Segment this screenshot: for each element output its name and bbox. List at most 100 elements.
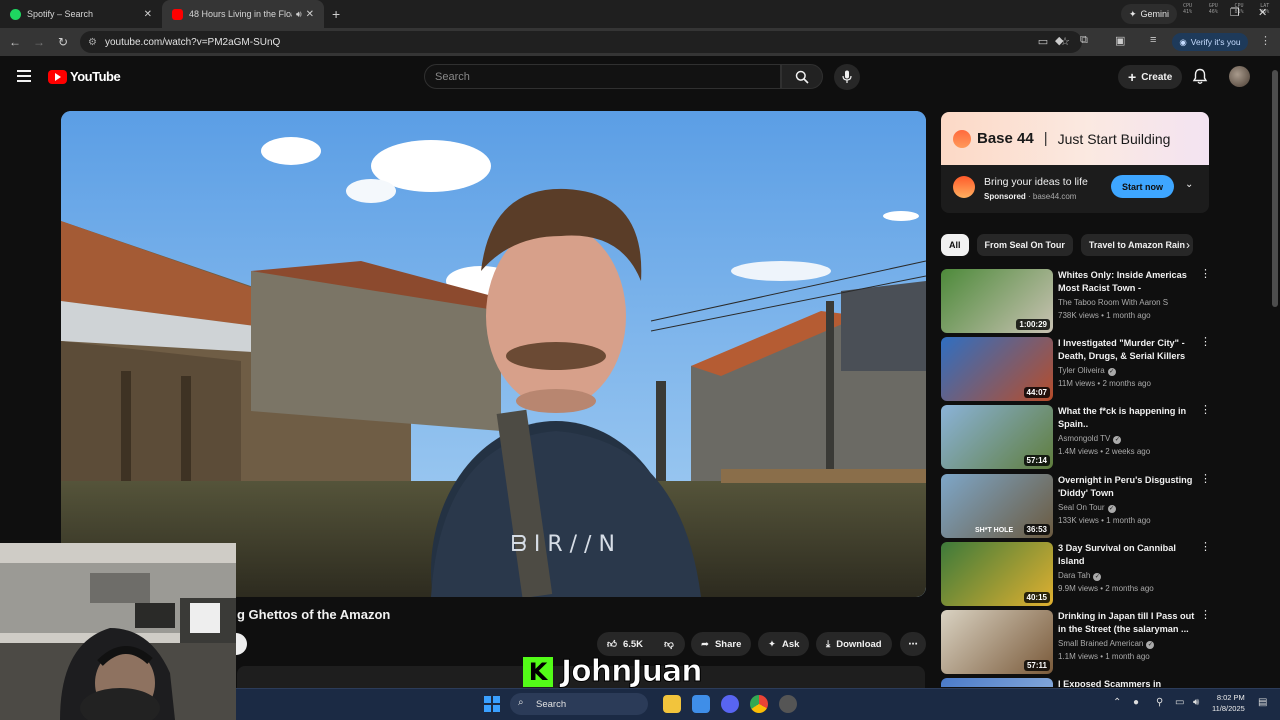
duration-badge: 40:15 (1023, 591, 1050, 603)
close-icon[interactable]: ✕ (144, 9, 152, 20)
chip-all[interactable]: All (941, 234, 969, 256)
media-icon[interactable]: ≡ (1150, 34, 1156, 46)
scrollbar[interactable] (1270, 56, 1280, 686)
close-window-icon[interactable]: ✕ (1258, 6, 1267, 19)
tab-youtube[interactable]: 48 Hours Living in the Floati 🔊︎ ✕ (162, 0, 324, 28)
video-title[interactable]: I Exposed Scammers in (1058, 678, 1196, 687)
video-title[interactable]: 3 Day Survival on Cannibal Island (1058, 542, 1196, 568)
tray-mic-icon[interactable]: ⚲ (1156, 697, 1163, 708)
video-thumbnail[interactable]: 57:11 (941, 610, 1053, 674)
reload-icon[interactable]: ↻ (51, 35, 75, 49)
recommended-video[interactable]: 44:07 I Investigated "Murder City" - Deat… (941, 337, 1211, 402)
video-thumbnail[interactable]: 1:00:29 (941, 269, 1053, 333)
menu-icon[interactable]: ⋮ (1260, 34, 1271, 47)
recommended-video[interactable]: SH*T HOLE 36:53 Overnight in Peru's Disgus… (941, 473, 1211, 538)
like-button[interactable]: 👍︎ 6.5K (597, 632, 661, 656)
close-icon[interactable]: ✕ (306, 9, 314, 20)
video-title[interactable]: I Investigated "Murder City" - Death, Dr… (1058, 337, 1196, 363)
restore-icon[interactable]: ❐ (1230, 6, 1240, 19)
chevron-right-icon[interactable]: › (1186, 238, 1190, 252)
back-icon[interactable]: ← (3, 35, 27, 49)
chevron-down-icon[interactable]: ⌄ (1185, 179, 1193, 190)
taskbar-clock[interactable]: 8:02 PM 11/8/2025 (1212, 692, 1245, 714)
puzzle-icon[interactable]: ⧉ (1080, 34, 1088, 47)
ad-banner[interactable]: Base 44 | Just Start Building (941, 112, 1209, 165)
video-player[interactable]: ᗷ I R / ∕ N (61, 111, 926, 597)
more-options-icon[interactable]: ⋮ (1200, 269, 1211, 280)
new-tab-button[interactable]: + (332, 6, 340, 22)
youtube-play-icon (48, 69, 67, 84)
channel-name[interactable]: Asmongold TV ✓ (1058, 434, 1122, 445)
tray-app-icon[interactable]: ● (1133, 697, 1139, 708)
hamburger-menu-icon[interactable] (17, 70, 31, 82)
taskbar-search-label: Search (536, 698, 567, 710)
channel-name[interactable]: Seal On Tour ✓ (1058, 503, 1116, 513)
voice-search-button[interactable] (834, 64, 860, 90)
download-button[interactable]: ⤓ Download (816, 632, 892, 656)
more-options-icon[interactable]: ⋮ (1200, 541, 1211, 552)
address-bar[interactable]: ⚙ youtube.com/watch?v=PM2aGM-SUnQ ▭ ☆ (80, 31, 1082, 53)
taskbar-search[interactable]: ⌕ Search (510, 693, 648, 715)
create-button[interactable]: + Create (1118, 65, 1183, 89)
site-info-icon[interactable]: ⚙ (88, 37, 97, 48)
share-button[interactable]: ➦ Share (691, 632, 752, 656)
chrome-icon[interactable] (750, 695, 768, 713)
cast-icon[interactable]: ▭ (1038, 35, 1048, 48)
ad-body: Bring your ideas to life Sponsored · bas… (941, 165, 1209, 213)
channel-label: Asmongold TV (1058, 434, 1111, 444)
discord-icon[interactable] (721, 695, 739, 713)
recommended-video[interactable]: 57:11 Drinking in Japan till I Pass out i… (941, 610, 1211, 674)
channel-name[interactable]: Small Brained American ✓ (1058, 639, 1155, 649)
store-icon[interactable] (692, 695, 710, 713)
windows-start-icon[interactable] (484, 696, 500, 712)
ask-button[interactable]: ✦ Ask (758, 632, 810, 656)
video-title[interactable]: Drinking in Japan till I Pass out in the… (1058, 610, 1196, 636)
video-title[interactable]: Whites Only: Inside Americas Most Racist… (1058, 269, 1196, 295)
video-thumbnail[interactable]: 40:15 (941, 541, 1053, 606)
recommended-video[interactable]: 1:00:29 Whites Only: Inside Americas Most… (941, 269, 1211, 333)
speaker-icon[interactable]: 🔊︎ (296, 9, 302, 20)
file-explorer-icon[interactable] (663, 695, 681, 713)
video-thumbnail[interactable]: 44:07 (941, 337, 1053, 402)
account-avatar[interactable] (1229, 66, 1250, 87)
chip-travel[interactable]: Travel to Amazon Rain (1080, 234, 1194, 256)
volume-icon[interactable]: 🔊︎ (1193, 697, 1199, 708)
channel-name[interactable]: Tyler Oliveira ✓ (1058, 366, 1116, 377)
channel-name[interactable]: Dara Tah ✓ (1058, 571, 1102, 581)
video-thumbnail[interactable]: SH*T HOLE 36:53 (941, 473, 1053, 538)
recommended-video[interactable]: 40:15 3 Day Survival on Cannibal Island Da… (941, 541, 1211, 606)
more-actions-button[interactable]: ⋯ (900, 632, 926, 656)
tab-spotify[interactable]: Spotify – Search ✕ (0, 0, 162, 28)
recommended-video[interactable]: I Exposed Scammers in (941, 678, 1211, 688)
video-thumbnail[interactable]: 57:14 (941, 405, 1053, 470)
more-options-icon[interactable]: ⋮ (1200, 610, 1211, 621)
notification-center-icon[interactable]: ▤ (1258, 697, 1267, 708)
forward-icon[interactable]: → (27, 35, 51, 49)
dislike-button[interactable]: 👎︎ (653, 632, 685, 656)
extension-icon[interactable]: ◆ (1055, 34, 1063, 47)
search-button[interactable] (781, 64, 823, 89)
share-icon: ➦ (701, 638, 709, 650)
video-title[interactable]: Overnight in Peru's Disgusting 'Diddy' T… (1058, 474, 1196, 500)
search-input[interactable]: Search (424, 64, 781, 89)
more-options-icon[interactable]: ⋮ (1200, 473, 1211, 484)
sidepanel-icon[interactable]: ▣ (1115, 34, 1125, 47)
network-icon[interactable]: ▭ (1175, 697, 1184, 708)
tray-chevron-icon[interactable]: ⌃ (1113, 697, 1121, 708)
notifications-bell-icon[interactable] (1192, 68, 1208, 85)
obs-icon[interactable] (779, 695, 797, 713)
ad-headline: Bring your ideas to life (984, 176, 1088, 188)
video-title[interactable]: What the f*ck is happening in Spain.. (1058, 405, 1196, 431)
gemini-button[interactable]: ✦ Gemini (1121, 4, 1178, 24)
channel-name[interactable]: The Taboo Room With Aaron S (1058, 298, 1168, 307)
video-thumbnail[interactable] (941, 678, 1053, 688)
more-options-icon[interactable]: ⋮ (1200, 405, 1211, 416)
scrollbar-thumb[interactable] (1272, 70, 1278, 307)
start-now-button[interactable]: Start now (1111, 175, 1174, 198)
youtube-logo[interactable]: YouTube (48, 69, 121, 84)
more-options-icon[interactable]: ⋮ (1200, 337, 1211, 348)
sponsored-ad[interactable]: Base 44 | Just Start Building Bring your… (941, 112, 1209, 213)
verify-button[interactable]: ◉ Verify it's you (1172, 33, 1248, 51)
recommended-video[interactable]: 57:14 What the f*ck is happening in Spain… (941, 405, 1211, 470)
chip-from-channel[interactable]: From Seal On Tour (976, 234, 1073, 256)
